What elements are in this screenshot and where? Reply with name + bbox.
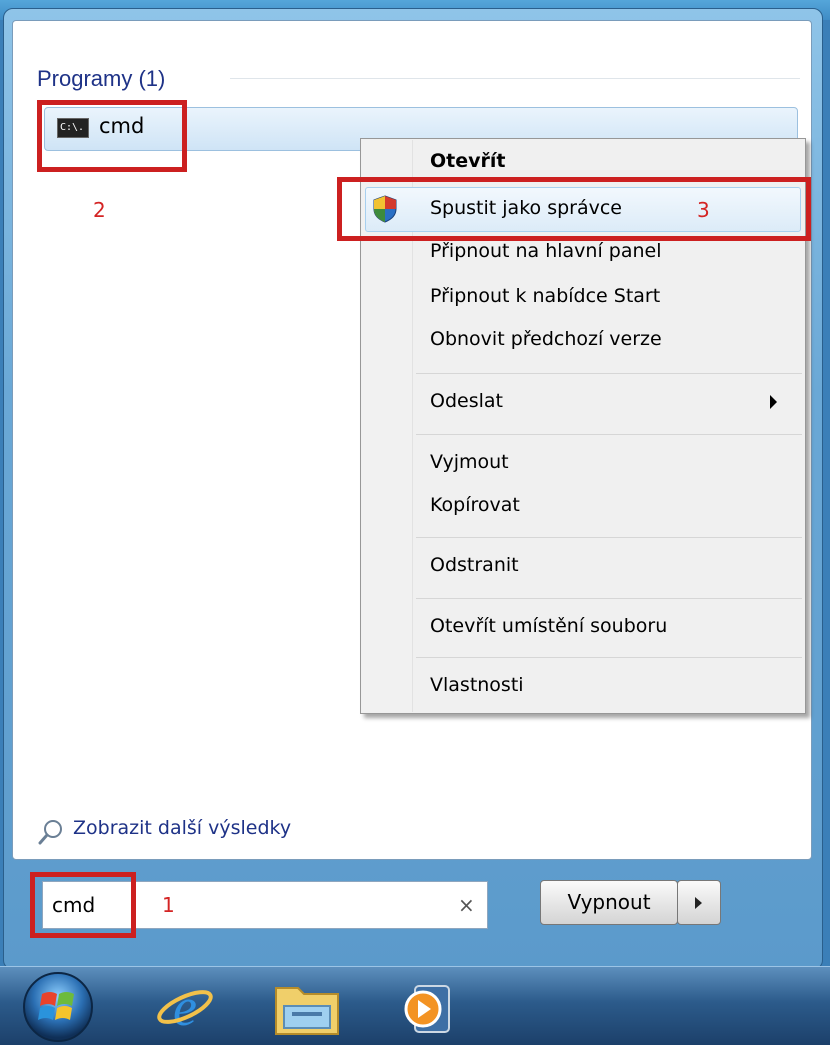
menu-item-open[interactable]: Otevřít xyxy=(430,150,505,172)
submenu-arrow-icon xyxy=(770,395,777,409)
search-icon xyxy=(38,820,62,845)
explorer-folder-icon[interactable] xyxy=(272,978,342,1038)
internet-explorer-icon[interactable]: e xyxy=(155,975,215,1035)
see-more-results-link[interactable]: Zobrazit další výsledky xyxy=(73,817,291,839)
annotation-number-1: 1 xyxy=(162,893,175,917)
highlight-box-search xyxy=(30,872,136,938)
menu-item-pin-start[interactable]: Připnout k nabídce Start xyxy=(430,285,660,307)
annotation-number-3: 3 xyxy=(697,198,710,222)
menu-item-restore-versions[interactable]: Obnovit předchozí verze xyxy=(430,328,662,350)
menu-separator xyxy=(416,537,802,538)
shutdown-button[interactable]: Vypnout xyxy=(540,880,678,925)
menu-item-send-to[interactable]: Odeslat xyxy=(430,390,503,412)
menu-separator xyxy=(416,657,802,658)
menu-item-properties[interactable]: Vlastnosti xyxy=(430,674,524,696)
section-divider xyxy=(230,78,800,79)
highlight-box-run-as-admin xyxy=(337,177,811,241)
menu-item-open-location[interactable]: Otevřít umístění souboru xyxy=(430,615,667,637)
menu-item-cut[interactable]: Vyjmout xyxy=(430,451,509,473)
menu-separator xyxy=(416,373,802,374)
menu-item-pin-taskbar[interactable]: Připnout na hlavní panel xyxy=(430,240,661,262)
clear-search-icon[interactable]: × xyxy=(458,893,475,917)
shutdown-options-button[interactable] xyxy=(677,880,721,925)
windows-start-icon[interactable] xyxy=(20,970,96,1044)
menu-separator xyxy=(416,598,802,599)
programs-section-title: Programy (1) xyxy=(37,66,166,91)
annotation-number-2: 2 xyxy=(93,198,106,222)
svg-text:e: e xyxy=(173,977,197,1035)
media-player-icon[interactable] xyxy=(403,982,453,1036)
menu-item-copy[interactable]: Kopírovat xyxy=(430,494,520,516)
menu-item-delete[interactable]: Odstranit xyxy=(430,554,519,576)
menu-separator xyxy=(416,434,802,435)
highlight-box-result xyxy=(37,100,187,172)
